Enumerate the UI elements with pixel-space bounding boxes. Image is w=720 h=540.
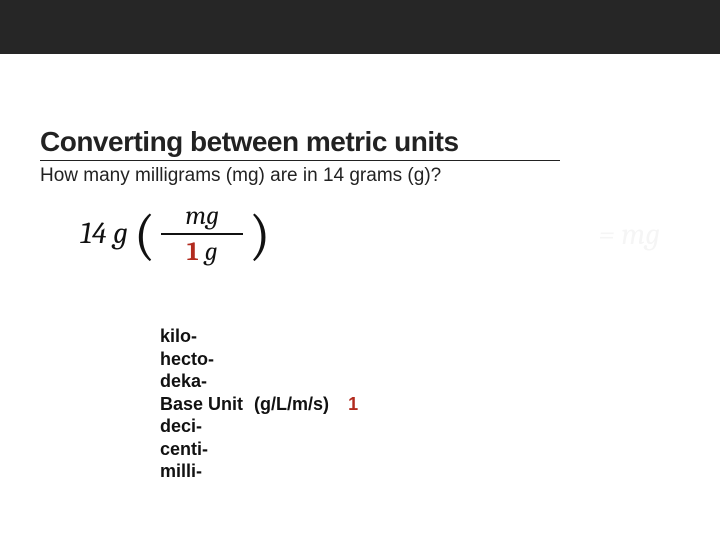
- prefix-label: Base Unit: [160, 394, 243, 414]
- fraction-bottom-unit: g: [205, 237, 218, 267]
- prefix-kilo: kilo-: [160, 325, 680, 348]
- fraction-bottom-number: 1: [187, 237, 199, 267]
- title-container: Converting between metric units: [40, 126, 560, 161]
- equation-lead: 14 g: [80, 216, 128, 251]
- prefix-label: milli-: [160, 461, 202, 481]
- prefix-hecto: hecto-: [160, 348, 680, 371]
- prefix-label: deka-: [160, 371, 207, 391]
- prefix-label: hecto-: [160, 349, 214, 369]
- prefix-label: deci-: [160, 416, 202, 436]
- question-text: How many milligrams (mg) are in 14 grams…: [40, 165, 680, 187]
- fraction: mg 1g: [161, 201, 243, 269]
- prefix-deka: deka-: [160, 370, 680, 393]
- prefix-base-unit: Base Unit (g/L/m/s) 1: [160, 393, 680, 416]
- slide-title: Converting between metric units: [40, 126, 560, 158]
- prefix-base-value: 1: [348, 394, 358, 414]
- prefix-milli: milli-: [160, 460, 680, 483]
- equation-ghost-result: = mg: [599, 217, 660, 252]
- prefix-label: centi-: [160, 439, 208, 459]
- paren-close: ): [249, 207, 270, 263]
- equation: 14 g ( mg 1g ) = mg: [40, 199, 660, 289]
- prefix-centi: centi-: [160, 438, 680, 461]
- prefix-base-note: (g/L/m/s): [254, 394, 329, 414]
- paren-open: (: [134, 207, 155, 263]
- slide-content: Converting between metric units How many…: [0, 54, 720, 483]
- top-bar: [0, 0, 720, 54]
- prefix-label: kilo-: [160, 326, 197, 346]
- fraction-bottom: 1g: [163, 235, 242, 269]
- prefix-deci: deci-: [160, 415, 680, 438]
- fraction-top: mg: [161, 201, 243, 235]
- equation-left: 14 g ( mg 1g ): [80, 199, 276, 267]
- prefix-list: kilo- hecto- deka- Base Unit (g/L/m/s) 1…: [160, 325, 680, 483]
